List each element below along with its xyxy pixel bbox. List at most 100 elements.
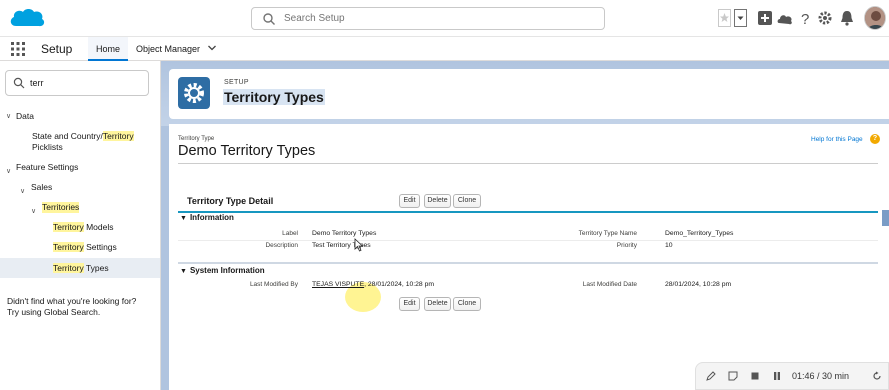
chevron-down-icon[interactable]: ∨	[6, 167, 11, 175]
restart-icon[interactable]	[872, 371, 882, 381]
sidebar-item-territory-models[interactable]: Territory Models	[53, 222, 113, 233]
help-icon[interactable]: ?	[870, 134, 880, 144]
search-match-highlight: Territory	[53, 263, 84, 273]
field-label-label: Label	[282, 230, 298, 237]
sidebar-item-territory-types[interactable]: Territory Types	[53, 263, 109, 274]
section-system-information[interactable]: ▼ System Information	[180, 266, 265, 275]
chevron-down-icon[interactable]: ∨	[20, 187, 25, 195]
record-title: Demo Territory Types	[178, 143, 316, 159]
tab-object-manager-label: Object Manager	[136, 44, 201, 54]
user-avatar[interactable]	[864, 6, 886, 30]
global-actions-icon[interactable]	[756, 9, 774, 27]
setup-sidebar: ∨ Data State and Country/Territory Pickl…	[0, 61, 161, 390]
app-launcher-icon[interactable]	[11, 42, 25, 56]
note-icon[interactable]	[728, 371, 738, 381]
modified-by-date: , 28/01/2024, 10:28 pm	[364, 281, 435, 288]
search-match-highlight: Territory	[53, 242, 84, 252]
field-priority-label: Priority	[616, 242, 637, 249]
tip-line-2: Try using Global Search.	[7, 307, 101, 317]
field-modified-date-label: Last Modified Date	[582, 281, 637, 288]
edit-button[interactable]: Edit	[399, 194, 420, 208]
quick-find-input[interactable]	[30, 75, 140, 91]
sidebar-item-sales[interactable]: Sales	[31, 182, 52, 193]
sidebar-item-feature-settings[interactable]: Feature Settings	[16, 162, 78, 173]
field-priority-value: 10	[665, 242, 673, 249]
chevron-down-icon[interactable]: ∨	[6, 112, 11, 120]
global-header: ?	[0, 0, 889, 37]
tab-home[interactable]: Home	[88, 37, 129, 61]
item-label-prefix: State and Country/	[32, 131, 103, 141]
main-content: SETUP Territory Types Territory Type Dem…	[161, 61, 889, 390]
app-nav-bar: Setup Home Object Manager	[0, 37, 889, 61]
tip-line-1: Didn't find what you're looking for?	[7, 296, 137, 306]
field-label-value: Demo Territory Types	[312, 230, 377, 237]
help-icon[interactable]: ?	[796, 9, 814, 27]
section-divider	[178, 211, 878, 223]
tab-object-manager[interactable]: Object Manager	[128, 37, 225, 61]
modified-by-user-link[interactable]: TEJAS VISPUTE	[312, 281, 364, 288]
user-photo-icon	[865, 7, 885, 29]
item-label-rest: Settings	[83, 242, 117, 252]
search-match-highlight: Territory	[102, 131, 134, 141]
field-description-label: Description	[265, 242, 298, 249]
notifications-bell-icon[interactable]	[838, 9, 856, 27]
delete-button[interactable]: Delete	[424, 194, 451, 208]
section-information-label: Information	[189, 213, 234, 222]
setup-badge	[178, 77, 210, 109]
mouse-cursor-icon	[354, 238, 364, 252]
app-name: Setup	[41, 42, 73, 56]
detail-section-title: Territory Type Detail	[187, 196, 274, 206]
sidebar-item-territories[interactable]: Territories	[42, 202, 80, 213]
row-divider	[178, 240, 878, 241]
quick-find[interactable]	[5, 70, 149, 96]
side-panel-tab[interactable]	[882, 210, 889, 226]
sidebar-item-data[interactable]: Data	[16, 111, 34, 122]
global-search-tip: Didn't find what you're looking for? Try…	[7, 296, 136, 318]
page-header: SETUP Territory Types	[169, 69, 889, 119]
chevron-down-icon[interactable]	[207, 44, 217, 52]
pause-icon[interactable]	[772, 371, 782, 381]
chevron-down-icon[interactable]: ∨	[31, 207, 36, 215]
record-detail-panel: Territory Type Demo Territory Types Help…	[169, 124, 889, 390]
stop-icon[interactable]	[750, 371, 760, 381]
clone-button[interactable]: Clone	[453, 297, 481, 311]
item-label-rest: Models	[83, 222, 114, 232]
global-search[interactable]	[251, 7, 605, 30]
sidebar-item-state-country-picklists[interactable]: State and Country/Territory Picklists	[32, 131, 134, 153]
item-label-suffix: Picklists	[32, 142, 63, 152]
edit-button[interactable]: Edit	[399, 297, 420, 311]
field-modified-date-value: 28/01/2024, 10:28 pm	[665, 281, 732, 288]
section-divider	[178, 262, 878, 274]
sidebar-item-territory-settings[interactable]: Territory Settings	[53, 242, 117, 253]
favorites-dropdown-icon[interactable]	[732, 9, 750, 27]
delete-button[interactable]: Delete	[424, 297, 451, 311]
section-information[interactable]: ▼ Information	[180, 213, 234, 222]
record-type-label: Territory Type	[178, 136, 215, 142]
field-api-name-label: Territory Type Name	[578, 230, 637, 237]
svg-text:?: ?	[801, 11, 809, 27]
search-icon	[13, 77, 25, 89]
field-modified-by-value: TEJAS VISPUTE, 28/01/2024, 10:28 pm	[312, 281, 434, 288]
help-for-page-link[interactable]: Help for this Page	[811, 136, 863, 143]
tab-home-label: Home	[96, 44, 121, 54]
field-modified-by-label: Last Modified By	[249, 281, 298, 288]
recording-timer: 01:46 / 30 min	[792, 371, 850, 381]
search-input[interactable]	[284, 10, 594, 27]
recording-controls: 01:46 / 30 min	[695, 362, 889, 390]
search-match-highlight: Territory	[53, 222, 84, 232]
triangle-down-icon: ▼	[180, 215, 187, 222]
divider	[178, 163, 878, 164]
salesforce-logo-icon[interactable]	[8, 6, 46, 32]
gear-icon	[184, 83, 204, 103]
trailhead-icon[interactable]	[776, 9, 794, 27]
clone-button[interactable]: Clone	[453, 194, 481, 208]
item-label-rest: Types	[83, 263, 109, 273]
search-icon	[263, 13, 275, 25]
field-api-name-value: Demo_Territory_Types	[665, 230, 734, 237]
setup-label: SETUP	[224, 79, 249, 86]
section-system-information-label: System Information	[189, 266, 265, 275]
pen-icon[interactable]	[706, 371, 716, 381]
gear-icon[interactable]	[816, 9, 834, 27]
page-title: Territory Types	[223, 89, 325, 105]
triangle-down-icon: ▼	[180, 268, 187, 275]
